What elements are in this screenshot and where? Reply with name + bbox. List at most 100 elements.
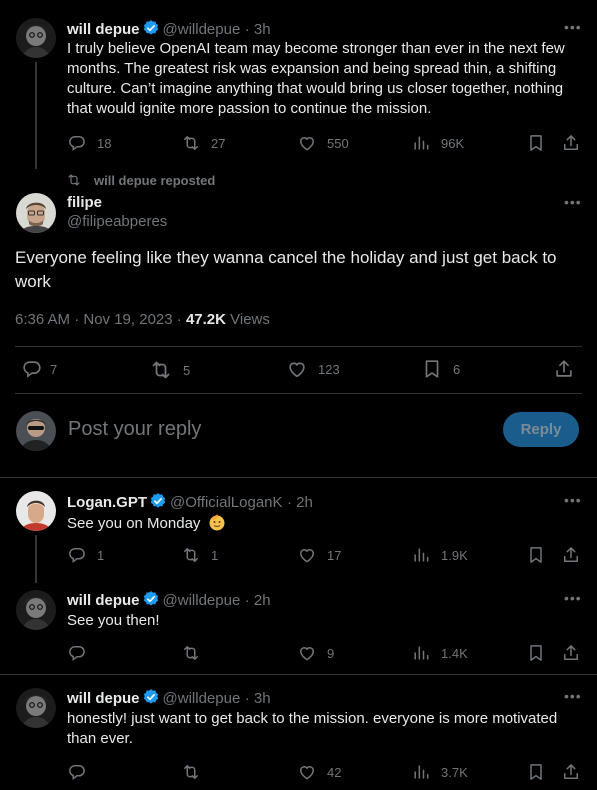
bookmark-button[interactable]: 6 — [421, 358, 460, 380]
author-handle[interactable]: @willdepue — [163, 21, 241, 38]
author-handle[interactable]: @willdepue — [163, 592, 241, 609]
avatar[interactable] — [16, 688, 56, 728]
avatar[interactable] — [16, 491, 56, 531]
author-name[interactable]: will depue — [67, 592, 140, 609]
views-button[interactable]: 96K — [411, 133, 464, 153]
more-icon[interactable]: ••• — [564, 590, 582, 606]
author-name[interactable]: will depue — [67, 690, 140, 707]
share-button[interactable] — [561, 762, 581, 782]
tweet-time[interactable]: · 3h — [245, 21, 271, 38]
repost-label[interactable]: will depue reposted — [66, 172, 215, 188]
bookmark-icon — [421, 358, 443, 380]
bookmark-button[interactable] — [526, 545, 546, 565]
avatar[interactable] — [16, 193, 56, 233]
heart-icon — [297, 762, 317, 782]
author-handle[interactable]: @OfficialLoganK — [170, 494, 283, 511]
main-tweet-text: Everyone feeling like they wanna cancel … — [15, 248, 557, 291]
views-count: 1.4K — [441, 645, 468, 661]
tweet-meta: 6:36 AM · Nov 19, 2023 · 47.2K Views — [15, 311, 270, 328]
share-button[interactable] — [561, 133, 581, 153]
repost-count: 27 — [211, 135, 226, 151]
reply-icon — [67, 545, 87, 565]
author-name[interactable]: will depue — [67, 21, 140, 38]
author-name[interactable]: Logan.GPT — [67, 494, 147, 511]
author-name[interactable]: filipe — [67, 194, 102, 211]
views-button[interactable]: 1.4K — [411, 643, 468, 663]
bookmark-icon — [526, 643, 546, 663]
repost-icon — [181, 545, 201, 565]
reply-icon — [21, 358, 43, 380]
heart-icon — [297, 643, 317, 663]
share-button[interactable] — [561, 545, 581, 565]
like-button[interactable]: 123 — [286, 358, 340, 380]
avatar[interactable] — [16, 18, 56, 58]
share-icon — [561, 545, 581, 565]
like-button[interactable]: 550 — [297, 133, 349, 153]
bookmark-icon — [526, 762, 546, 782]
reply-count: 18 — [97, 135, 112, 151]
like-button[interactable]: 42 — [297, 762, 341, 782]
repost-icon — [181, 643, 201, 663]
views-count: 1.9K — [441, 547, 468, 563]
views-icon — [411, 133, 431, 153]
reply-count: 7 — [50, 361, 58, 377]
author-handle[interactable]: @willdepue — [163, 690, 241, 707]
tweet-text: honestly! just want to get back to the m… — [67, 710, 558, 747]
more-icon[interactable]: ••• — [564, 492, 582, 508]
avatar — [16, 411, 56, 451]
like-count: 42 — [327, 764, 342, 780]
like-button[interactable]: 9 — [297, 643, 334, 663]
more-icon[interactable]: ••• — [564, 688, 582, 704]
verified-icon — [149, 492, 167, 510]
reply-icon — [67, 133, 87, 153]
bookmark-count: 6 — [453, 361, 461, 377]
bookmark-button[interactable] — [526, 762, 546, 782]
repost-button[interactable]: 5 — [149, 358, 190, 382]
avatar[interactable] — [16, 590, 56, 630]
share-icon — [561, 762, 581, 782]
reply-button[interactable] — [67, 643, 87, 663]
repost-button[interactable]: 27 — [181, 133, 225, 153]
more-icon[interactable]: ••• — [564, 19, 582, 35]
reply-submit-button[interactable]: Reply — [503, 412, 579, 447]
tweet-time[interactable]: · 2h — [287, 494, 313, 511]
repost-button[interactable] — [181, 643, 201, 663]
author-handle[interactable]: @filipeabperes — [67, 213, 167, 230]
repost-button[interactable] — [181, 762, 201, 782]
share-button[interactable] — [561, 643, 581, 663]
heart-icon — [297, 133, 317, 153]
verified-icon — [142, 590, 160, 608]
repost-icon — [149, 358, 173, 382]
views-button[interactable]: 3.7K — [411, 762, 468, 782]
tweet-header: Logan.GPT @OfficialLoganK · 2h — [67, 492, 313, 512]
reply-button[interactable]: 1 — [67, 545, 104, 565]
more-icon[interactable]: ••• — [564, 194, 582, 210]
reply-button[interactable]: 7 — [21, 358, 57, 380]
views-icon — [411, 762, 431, 782]
tweet-header: will depue @willdepue · 2h — [67, 590, 271, 610]
verified-icon — [142, 688, 160, 706]
bookmark-button[interactable] — [526, 133, 546, 153]
tweet-time[interactable]: · 3h — [245, 690, 271, 707]
share-icon — [561, 643, 581, 663]
repost-icon — [181, 133, 201, 153]
bookmark-icon — [526, 545, 546, 565]
reply-button[interactable]: 18 — [67, 133, 111, 153]
share-icon — [553, 358, 575, 380]
tweet-header: will depue @willdepue · 3h — [67, 688, 271, 708]
bookmark-icon — [526, 133, 546, 153]
bookmark-button[interactable] — [526, 643, 546, 663]
views-count: 47.2K — [185, 311, 226, 328]
saluting-face-emoji-icon — [209, 514, 225, 531]
reply-input[interactable]: Post your reply — [68, 418, 488, 441]
thread-line — [35, 62, 37, 169]
tweet-time[interactable]: · 2h — [245, 592, 271, 609]
views-button[interactable]: 1.9K — [411, 545, 468, 565]
like-count: 550 — [327, 135, 349, 151]
timestamp[interactable]: 6:36 AM · Nov 19, 2023 · — [15, 311, 186, 328]
like-button[interactable]: 17 — [297, 545, 341, 565]
divider — [15, 346, 582, 347]
share-button[interactable] — [553, 358, 575, 380]
repost-button[interactable]: 1 — [181, 545, 218, 565]
reply-button[interactable] — [67, 762, 87, 782]
